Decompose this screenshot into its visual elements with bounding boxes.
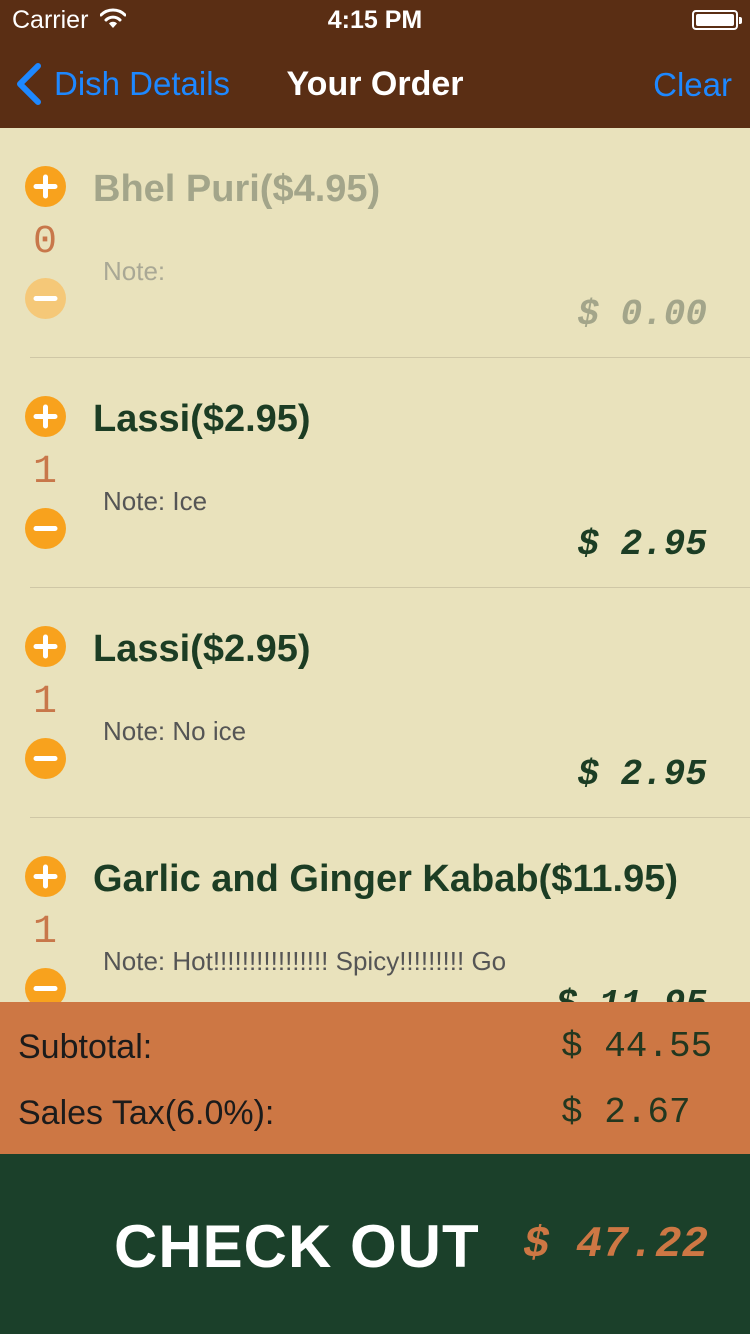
dish-name: Lassi($2.95) bbox=[93, 628, 311, 670]
dish-note: Note: Hot!!!!!!!!!!!!!!!! Spicy!!!!!!!!!… bbox=[103, 946, 507, 976]
order-item: 1 Lassi($2.95) Note: No ice $ 2.95 bbox=[0, 588, 750, 818]
decrement-button[interactable] bbox=[25, 968, 66, 1002]
increment-button[interactable] bbox=[25, 396, 66, 437]
checkout-button[interactable]: CHECK OUT $ 47.22 bbox=[0, 1154, 750, 1334]
order-item: 0 Bhel Puri($4.95) Note: $ 0.00 bbox=[0, 128, 750, 358]
dish-note: Note: Ice bbox=[103, 486, 208, 516]
line-price: $ 0.00 bbox=[577, 294, 707, 335]
line-price: $ 11.95 bbox=[556, 984, 707, 1002]
dish-name: Lassi($2.95) bbox=[93, 398, 311, 440]
decrement-button[interactable] bbox=[25, 738, 66, 779]
plus-circle-icon bbox=[33, 174, 58, 199]
order-list[interactable]: 0 Bhel Puri($4.95) Note: $ 0.00 1 Lassi(… bbox=[0, 128, 750, 1002]
order-item: 1 Garlic and Ginger Kabab($11.95) Note: … bbox=[0, 818, 750, 1002]
tax-value: $ 2.67 bbox=[561, 1092, 691, 1133]
minus-circle-icon bbox=[33, 526, 58, 531]
quantity-value: 1 bbox=[32, 910, 57, 955]
minus-circle-icon bbox=[33, 756, 58, 761]
checkout-label: CHECK OUT bbox=[114, 1213, 480, 1280]
dish-note: Note: No ice bbox=[103, 716, 247, 746]
plus-circle-icon bbox=[33, 634, 58, 659]
order-summary: Subtotal: $ 44.55 Sales Tax(6.0%): $ 2.6… bbox=[0, 1002, 750, 1154]
plus-circle-icon bbox=[33, 864, 58, 889]
decrement-button[interactable] bbox=[25, 278, 66, 319]
battery-icon bbox=[692, 10, 742, 30]
dish-note: Note: bbox=[103, 256, 166, 286]
back-button[interactable]: Dish Details bbox=[14, 62, 230, 106]
subtotal-label: Subtotal: bbox=[18, 1028, 153, 1066]
quantity-value: 1 bbox=[32, 450, 57, 495]
status-bar: Carrier 4:15 PM bbox=[0, 0, 750, 40]
line-price: $ 2.95 bbox=[577, 754, 707, 795]
dish-name: Garlic and Ginger Kabab($11.95) bbox=[93, 858, 678, 900]
minus-circle-icon bbox=[33, 986, 58, 991]
quantity-value: 0 bbox=[32, 220, 57, 265]
subtotal-value: $ 44.55 bbox=[561, 1026, 713, 1067]
order-item: 1 Lassi($2.95) Note: Ice $ 2.95 bbox=[0, 358, 750, 588]
tax-label: Sales Tax(6.0%): bbox=[18, 1094, 275, 1132]
clear-button[interactable]: Clear bbox=[653, 66, 732, 104]
order-total: $ 47.22 bbox=[523, 1220, 708, 1270]
line-price: $ 2.95 bbox=[577, 524, 707, 565]
navigation-bar: Dish Details Your Order Clear bbox=[0, 40, 750, 128]
increment-button[interactable] bbox=[25, 626, 66, 667]
dish-name: Bhel Puri($4.95) bbox=[93, 168, 381, 210]
chevron-left-icon bbox=[17, 63, 41, 105]
increment-button[interactable] bbox=[25, 166, 66, 207]
decrement-button[interactable] bbox=[25, 508, 66, 549]
minus-circle-icon bbox=[33, 296, 58, 301]
quantity-value: 1 bbox=[32, 680, 57, 725]
clock: 4:15 PM bbox=[327, 6, 423, 34]
increment-button[interactable] bbox=[25, 856, 66, 897]
back-button-label: Dish Details bbox=[54, 65, 231, 102]
plus-circle-icon bbox=[33, 404, 58, 429]
